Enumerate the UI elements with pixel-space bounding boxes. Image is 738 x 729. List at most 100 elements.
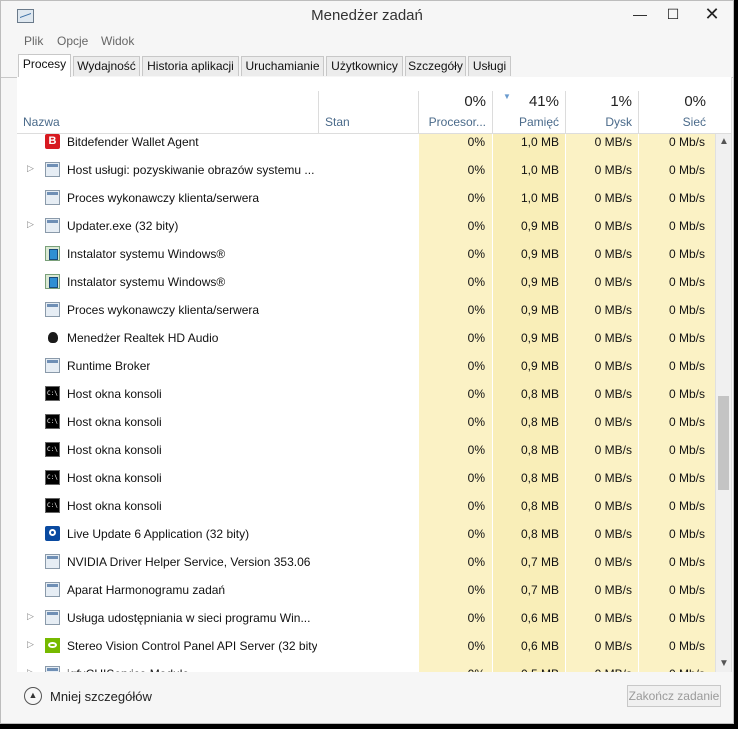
end-task-button[interactable]: Zakończ zadanie bbox=[627, 685, 721, 707]
scroll-up-icon[interactable]: ▲ bbox=[716, 134, 731, 150]
column-name-label: Nazwa bbox=[23, 115, 60, 129]
process-row[interactable]: Live Update 6 Application (32 bity) 0% 0,8… bbox=[17, 520, 715, 548]
process-cpu-value: 0% bbox=[467, 527, 485, 541]
tab-services[interactable]: Usługi bbox=[468, 56, 511, 76]
process-row[interactable]: Runtime Broker 0% 0,9 MB 0 MB/s 0 Mb/s bbox=[17, 352, 715, 380]
scrollbar-thumb[interactable] bbox=[718, 396, 729, 490]
menu-options[interactable]: Opcje bbox=[57, 34, 88, 48]
expand-chevron-icon[interactable]: ▷ bbox=[27, 639, 34, 650]
process-row[interactable]: C:\ Host okna konsoli 0% 0,8 MB 0 MB/s 0 Mb/s bbox=[17, 408, 715, 436]
scroll-down-icon[interactable]: ▼ bbox=[716, 656, 731, 672]
title-bar[interactable]: Menedżer zadań — ☐ ✕ bbox=[1, 1, 733, 31]
process-row[interactable]: NVIDIA Driver Helper Service, Version 35… bbox=[17, 548, 715, 576]
process-row[interactable]: Aparat Harmonogramu zadań 0% 0,7 MB 0 MB/s 0… bbox=[17, 576, 715, 604]
process-net-value: 0 Mb/s bbox=[668, 247, 705, 261]
process-row[interactable]: ▷ Updater.exe (32 bity) 0% 0,9 MB 0 MB/s 0 Mb… bbox=[17, 212, 715, 240]
process-net-value: 0 Mb/s bbox=[668, 191, 705, 205]
tab-details[interactable]: Szczegóły bbox=[405, 56, 466, 76]
process-mem-value: 0,6 MB bbox=[520, 611, 559, 625]
minimize-button[interactable]: — bbox=[626, 3, 654, 25]
process-row[interactable]: ▷ Host usługi: pozyskiwanie obrazów syste… bbox=[17, 156, 715, 184]
process-mem-value: 0,8 MB bbox=[520, 527, 559, 541]
column-name-header[interactable]: Nazwa bbox=[17, 77, 317, 133]
installer-icon bbox=[45, 274, 60, 289]
process-row[interactable]: B Bitdefender Wallet Agent 0% 1,0 MB 0 MB/s 0… bbox=[17, 134, 715, 156]
process-name: Stereo Vision Control Panel API Server (… bbox=[67, 639, 317, 653]
tab-performance[interactable]: Wydajność bbox=[73, 56, 140, 76]
process-cpu-value: 0% bbox=[419, 667, 485, 672]
process-mem-value: 0,5 MB bbox=[493, 667, 559, 672]
process-name: Aparat Harmonogramu zadań bbox=[67, 583, 226, 597]
column-memory-header[interactable]: ▼ 41% Pamięć bbox=[493, 77, 565, 133]
fewer-details-link[interactable]: Mniej szczegółów bbox=[50, 689, 152, 704]
installer-icon bbox=[45, 246, 60, 261]
column-network-header[interactable]: 0% Sieć bbox=[639, 77, 712, 133]
process-row[interactable]: C:\ Host okna konsoli 0% 0,8 MB 0 MB/s 0 Mb/s bbox=[17, 464, 715, 492]
process-row[interactable]: Instalator systemu Windows® 0% 0,9 MB 0 MB/… bbox=[17, 268, 715, 296]
process-disk-value: 0 MB/s bbox=[594, 331, 632, 345]
menu-view[interactable]: Widok bbox=[101, 34, 134, 48]
process-mem-value: 0,7 MB bbox=[520, 583, 559, 597]
cpu-total-pct: 0% bbox=[464, 93, 486, 110]
process-mem-value: 0,9 MB bbox=[520, 275, 559, 289]
process-net-value: 0 Mb/s bbox=[668, 387, 705, 401]
process-name: Updater.exe (32 bity) bbox=[67, 219, 179, 233]
process-mem-value: 0,8 MB bbox=[520, 471, 559, 485]
process-disk-value: 0 MB/s bbox=[594, 135, 632, 149]
close-button[interactable]: ✕ bbox=[698, 3, 726, 25]
task-manager-window: Menedżer zadań — ☐ ✕ Plik Opcje Widok Pr… bbox=[0, 0, 734, 724]
process-row[interactable]: C:\ Host okna konsoli 0% 0,8 MB 0 MB/s 0 Mb/s bbox=[17, 436, 715, 464]
tab-users[interactable]: Użytkownicy bbox=[326, 56, 403, 76]
maximize-button[interactable]: ☐ bbox=[659, 3, 687, 25]
expand-chevron-icon[interactable]: ▷ bbox=[27, 611, 34, 622]
console-icon: C:\ bbox=[45, 386, 60, 401]
process-disk-value: 0 MB/s bbox=[594, 499, 632, 513]
column-status-header[interactable]: Stan bbox=[319, 77, 417, 133]
tab-processes[interactable]: Procesy bbox=[18, 54, 71, 78]
process-row[interactable]: Proces wykonawczy klienta/serwera 0% 1,0 M… bbox=[17, 184, 715, 212]
window-icon bbox=[45, 190, 60, 205]
column-header-row: Nazwa Stan 0% Procesor... ▼ 41% Pamięć 1… bbox=[17, 77, 731, 134]
vertical-scrollbar[interactable]: ▲ ▼ bbox=[715, 134, 731, 672]
column-disk-header[interactable]: 1% Dysk bbox=[566, 77, 638, 133]
process-disk-value: 0 MB/s bbox=[594, 611, 632, 625]
process-row[interactable]: Proces wykonawczy klienta/serwera 0% 0,9 M… bbox=[17, 296, 715, 324]
process-name: Host okna konsoli bbox=[67, 499, 162, 513]
process-name: igfxCUIService Module bbox=[67, 667, 189, 672]
process-net-value: 0 Mb/s bbox=[668, 499, 705, 513]
process-cpu-value: 0% bbox=[467, 583, 485, 597]
process-name: Host okna konsoli bbox=[67, 443, 162, 457]
process-row[interactable]: C:\ Host okna konsoli 0% 0,8 MB 0 MB/s 0 Mb/s bbox=[17, 492, 715, 520]
process-row[interactable]: ▷ Usługa udostępniania w sieci programu W… bbox=[17, 604, 715, 632]
chevron-up-icon[interactable]: ▲ bbox=[24, 687, 42, 705]
expand-chevron-icon[interactable]: ▷ bbox=[27, 163, 34, 174]
console-icon: C:\ bbox=[45, 442, 60, 457]
process-net-value: 0 Mb/s bbox=[668, 583, 705, 597]
process-rows: B Bitdefender Wallet Agent 0% 1,0 MB 0 MB/s 0… bbox=[17, 134, 715, 672]
process-name: Proces wykonawczy klienta/serwera bbox=[67, 303, 260, 317]
process-disk-value: 0 MB/s bbox=[594, 415, 632, 429]
process-row[interactable]: Menedżer Realtek HD Audio 0% 0,9 MB 0 MB/s 0… bbox=[17, 324, 715, 352]
process-cpu-value: 0% bbox=[467, 331, 485, 345]
process-name: Host okna konsoli bbox=[67, 471, 162, 485]
process-row[interactable]: Instalator systemu Windows® 0% 0,9 MB 0 MB/… bbox=[17, 240, 715, 268]
process-cpu-value: 0% bbox=[467, 303, 485, 317]
menu-file[interactable]: Plik bbox=[24, 34, 43, 48]
process-row[interactable]: ▷ igfxCUIService Module 0% 0,5 MB 0 MB/s 0 Mb… bbox=[17, 660, 715, 672]
expand-chevron-icon[interactable]: ▷ bbox=[27, 667, 34, 672]
process-net-value: 0 Mb/s bbox=[668, 219, 705, 233]
process-disk-value: 0 MB/s bbox=[594, 275, 632, 289]
process-name: Host okna konsoli bbox=[67, 387, 162, 401]
process-net-value: 0 Mb/s bbox=[639, 667, 705, 672]
process-name: Bitdefender Wallet Agent bbox=[67, 135, 199, 149]
tab-startup[interactable]: Uruchamianie bbox=[241, 56, 324, 76]
process-row[interactable]: C:\ Host okna konsoli 0% 0,8 MB 0 MB/s 0 Mb/s bbox=[17, 380, 715, 408]
expand-chevron-icon[interactable]: ▷ bbox=[27, 219, 34, 230]
process-cpu-value: 0% bbox=[467, 219, 485, 233]
process-net-value: 0 Mb/s bbox=[668, 639, 705, 653]
process-name: Usługa udostępniania w sieci programu Wi… bbox=[67, 611, 311, 625]
process-row[interactable]: ▷ Stereo Vision Control Panel API Server … bbox=[17, 632, 715, 660]
process-mem-value: 1,0 MB bbox=[520, 135, 559, 149]
column-cpu-header[interactable]: 0% Procesor... bbox=[419, 77, 492, 133]
tab-app-history[interactable]: Historia aplikacji bbox=[142, 56, 239, 76]
